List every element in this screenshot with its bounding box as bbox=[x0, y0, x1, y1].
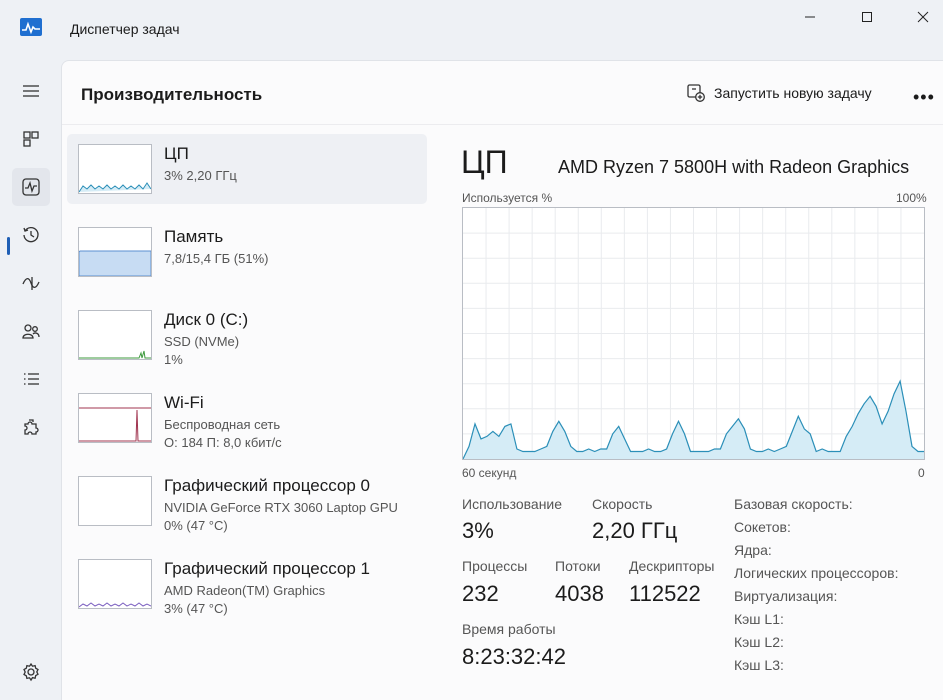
more-options-button[interactable]: ••• bbox=[913, 87, 935, 108]
l3-cache-label: Кэш L3: bbox=[734, 657, 784, 673]
hamburger-menu-icon[interactable] bbox=[12, 72, 50, 110]
cpu-usage-graph bbox=[462, 207, 925, 460]
cores-label: Ядра: bbox=[734, 542, 772, 558]
device-subtitle: 3% 2,20 ГГц bbox=[164, 168, 237, 183]
l1-cache-label: Кэш L1: bbox=[734, 611, 784, 627]
detail-title: ЦП bbox=[461, 144, 508, 180]
device-name: Графический процессор 0 bbox=[164, 476, 371, 495]
threads-value: 4038 bbox=[555, 581, 604, 606]
device-detail: 0% (47 °C) bbox=[164, 518, 228, 533]
device-name: ЦП bbox=[164, 144, 189, 163]
graph-x-left-label: 60 секунд bbox=[462, 466, 517, 480]
processes-icon[interactable] bbox=[12, 120, 50, 158]
device-cpu[interactable]: ЦП 3% 2,20 ГГц bbox=[67, 134, 427, 204]
usage-value: 3% bbox=[462, 518, 494, 543]
l2-cache-label: Кэш L2: bbox=[734, 634, 784, 650]
memory-thumbnail-graph bbox=[78, 227, 152, 277]
cpu-thumbnail-graph bbox=[78, 144, 152, 194]
virtualization-label: Виртуализация: bbox=[734, 588, 838, 604]
wifi-thumbnail-graph bbox=[78, 393, 152, 443]
graph-x-right-label: 0 bbox=[918, 466, 925, 480]
details-list-icon[interactable] bbox=[12, 360, 50, 398]
header-divider bbox=[62, 124, 943, 125]
run-new-task-label: Запустить новую задачу bbox=[714, 85, 872, 101]
speed-value: 2,20 ГГц bbox=[592, 518, 678, 543]
graph-y-label: Используется % bbox=[462, 191, 553, 205]
main-panel: Производительность Запустить новую задач… bbox=[61, 60, 943, 700]
device-detail: 1% bbox=[164, 352, 183, 367]
device-name: Память bbox=[164, 227, 224, 246]
graph-y-max-label: 100% bbox=[896, 191, 927, 205]
device-wifi[interactable]: Wi-Fi Беспроводная сеть О: 184 П: 8,0 кб… bbox=[67, 383, 427, 453]
sockets-label: Сокетов: bbox=[734, 519, 791, 535]
threads-label: Потоки bbox=[555, 558, 601, 574]
uptime-value: 8:23:32:42 bbox=[462, 644, 566, 669]
usage-label: Использование bbox=[462, 496, 563, 512]
users-icon[interactable] bbox=[12, 312, 50, 350]
device-subtitle: NVIDIA GeForce RTX 3060 Laptop GPU bbox=[164, 500, 398, 515]
active-nav-indicator bbox=[7, 237, 10, 255]
gpu1-thumbnail-graph bbox=[78, 559, 152, 609]
base-speed-label: Базовая скорость: bbox=[734, 496, 853, 512]
device-gpu1[interactable]: Графический процессор 1 AMD Radeon(TM) G… bbox=[67, 549, 427, 619]
processes-value: 232 bbox=[462, 581, 499, 606]
performance-icon[interactable] bbox=[12, 168, 50, 206]
logical-processors-label: Логических процессоров: bbox=[734, 565, 899, 581]
device-subtitle: Беспроводная сеть bbox=[164, 417, 281, 432]
device-disk[interactable]: Диск 0 (C:) SSD (NVMe) 1% bbox=[67, 300, 427, 370]
disk-thumbnail-graph bbox=[78, 310, 152, 360]
settings-gear-icon[interactable] bbox=[12, 653, 50, 691]
title-bar: Диспетчер задач bbox=[0, 0, 943, 60]
task-manager-app-icon bbox=[20, 18, 42, 36]
device-subtitle: SSD (NVMe) bbox=[164, 334, 240, 349]
window-title: Диспетчер задач bbox=[70, 21, 180, 37]
device-name: Диск 0 (C:) bbox=[164, 310, 249, 329]
handles-label: Дескрипторы bbox=[629, 558, 715, 574]
new-task-icon bbox=[687, 84, 705, 102]
speed-label: Скорость bbox=[592, 496, 653, 512]
device-subtitle: 7,8/15,4 ГБ (51%) bbox=[164, 251, 269, 266]
services-puzzle-icon[interactable] bbox=[12, 408, 50, 446]
device-detail: 3% (47 °C) bbox=[164, 601, 228, 616]
cpu-model-name: AMD Ryzen 7 5800H with Radeon Graphics bbox=[558, 157, 910, 177]
minimize-button[interactable] bbox=[796, 6, 824, 28]
device-list: ЦП 3% 2,20 ГГц Память 7,8/15,4 ГБ (51%) … bbox=[67, 134, 427, 632]
app-history-icon[interactable] bbox=[12, 216, 50, 254]
processes-label: Процессы bbox=[462, 558, 528, 574]
handles-value: 112522 bbox=[629, 581, 701, 606]
gpu0-thumbnail-graph bbox=[78, 476, 152, 526]
navigation-rail bbox=[0, 60, 60, 700]
device-name: Графический процессор 1 bbox=[164, 559, 371, 578]
device-name: Wi-Fi bbox=[164, 393, 204, 412]
uptime-label: Время работы bbox=[462, 621, 556, 637]
device-detail: О: 184 П: 8,0 кбит/с bbox=[164, 435, 282, 450]
close-button[interactable] bbox=[909, 6, 937, 28]
device-subtitle: AMD Radeon(TM) Graphics bbox=[164, 583, 326, 598]
device-gpu0[interactable]: Графический процессор 0 NVIDIA GeForce R… bbox=[67, 466, 427, 536]
run-new-task-button[interactable]: Запустить новую задачу bbox=[686, 83, 872, 103]
device-memory[interactable]: Память 7,8/15,4 ГБ (51%) bbox=[67, 217, 427, 287]
page-title: Производительность bbox=[81, 85, 263, 104]
startup-apps-icon[interactable] bbox=[12, 264, 50, 302]
maximize-button[interactable] bbox=[853, 6, 881, 28]
